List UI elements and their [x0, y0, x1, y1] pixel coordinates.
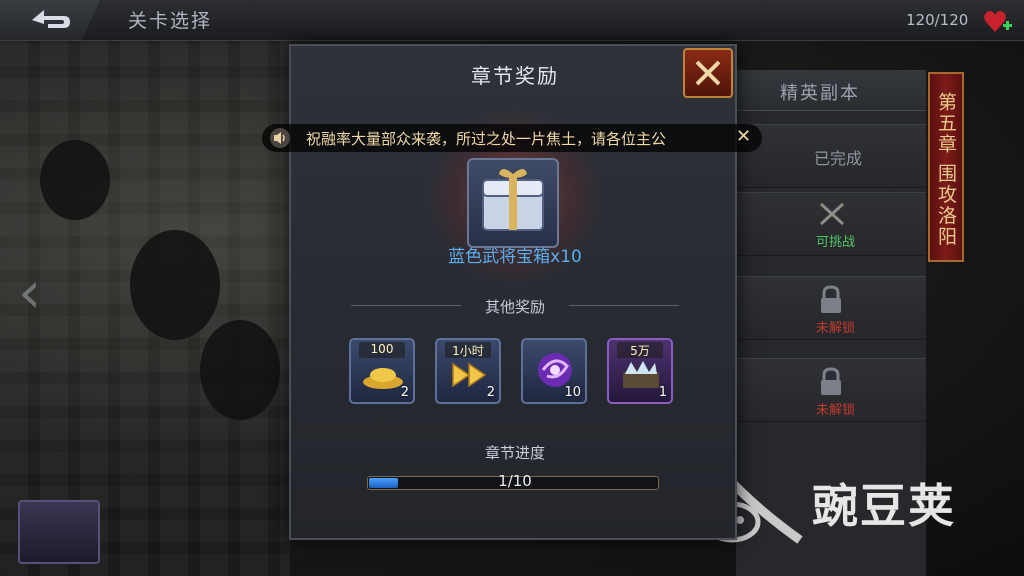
- main-reward-slot[interactable]: [467, 158, 559, 248]
- purple-orb-icon: [538, 353, 572, 387]
- stamina-counter: 120/120: [906, 11, 969, 29]
- stage-status: 未解锁: [816, 403, 856, 418]
- treasure-chest-icon: [482, 169, 544, 231]
- item-count: 2: [400, 385, 409, 400]
- progress-label: 章节进度: [484, 444, 545, 462]
- gold-pile-icon: [363, 368, 403, 389]
- item-amount-label: 5万: [617, 342, 663, 358]
- dialog-title: 章节奖励: [471, 64, 559, 88]
- reward-item[interactable]: 5万 1: [607, 338, 673, 404]
- close-icon: [695, 60, 721, 86]
- item-count: 2: [486, 385, 495, 400]
- previous-chapter-arrow-icon[interactable]: ‹: [18, 262, 58, 322]
- lock-icon: [821, 285, 841, 313]
- watermark-text: 豌豆荚: [812, 479, 956, 533]
- chapter-chest-icon[interactable]: [18, 500, 100, 564]
- announcement-text: 祝融率大量部众来袭，所过之处一片焦土，请各位主公: [306, 130, 667, 148]
- stage-row[interactable]: 已完成: [736, 124, 926, 188]
- item-amount-label: 1小时: [445, 342, 491, 358]
- tab-label: 精英副本: [780, 83, 860, 104]
- crossed-swords-icon: [819, 202, 845, 226]
- stage-row[interactable]: 未解锁: [736, 276, 926, 340]
- reward-item[interactable]: 1小时 2: [435, 338, 501, 404]
- announcement-marquee: 祝融率大量部众来袭，所过之处一片焦土，请各位主公 ✕: [262, 124, 762, 152]
- background-soldier: [40, 140, 110, 220]
- top-bar: 关卡选择 120/120: [0, 0, 1024, 41]
- main-reward-name: 蓝色武将宝箱x10: [448, 247, 582, 267]
- background-soldier: [130, 230, 220, 340]
- item-count: 1: [658, 385, 667, 400]
- back-button[interactable]: [0, 0, 100, 40]
- speaker-icon: [270, 128, 290, 148]
- stage-row[interactable]: 未解锁: [736, 358, 926, 422]
- reward-item[interactable]: 100 2: [349, 338, 415, 404]
- item-amount-label: 100: [359, 342, 405, 358]
- other-rewards-label: 其他奖励: [484, 298, 545, 316]
- stage-status: 未解锁: [816, 321, 856, 336]
- reward-item[interactable]: 10: [521, 338, 587, 404]
- item-count: 10: [564, 385, 581, 400]
- stage-status: 可挑战: [816, 235, 856, 250]
- background-soldier: [200, 320, 280, 420]
- announcement-close-icon[interactable]: ✕: [736, 126, 751, 147]
- back-arrow-icon: [32, 10, 70, 28]
- tab-elite-dungeon[interactable]: 精英副本: [736, 70, 926, 111]
- stage-status: 已完成: [814, 149, 863, 168]
- stage-row[interactable]: 可挑战: [736, 192, 926, 256]
- other-rewards-divider: 其他奖励: [351, 294, 679, 318]
- add-stamina-heart-icon[interactable]: [983, 8, 1013, 36]
- chapter-banner: 第五章 围攻洛阳: [928, 72, 964, 262]
- close-button[interactable]: [683, 48, 733, 98]
- fast-forward-icon: [452, 362, 487, 388]
- page-title: 关卡选择: [128, 10, 213, 32]
- progress-text: 1/10: [498, 472, 532, 490]
- lock-icon: [821, 367, 841, 395]
- chapter-reward-dialog: 章节奖励 蓝色武将宝箱x10 其他奖励 100 2 1小时 2 10 5万 1 …: [289, 44, 737, 540]
- silver-chest-icon: [623, 361, 659, 388]
